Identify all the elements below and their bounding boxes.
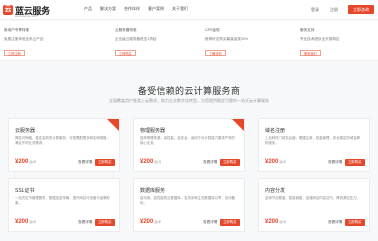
promo-title: CPS返现 (205, 28, 220, 32)
product-card-database[interactable]: 数据库服务 高可用、高性能的云数据库，支持多种主流数据库引擎，自动备份。 ¥20… (133, 178, 245, 232)
buy-button[interactable]: 立即购买 (95, 218, 115, 226)
card-price: ¥200起/年 (140, 219, 162, 225)
logo-subtext: www.lanyun.com (15, 14, 38, 18)
hot-badge-icon (107, 119, 119, 131)
details-link[interactable]: 查看详情 (328, 220, 342, 225)
top-header: 云 蓝云服务 www.lanyun.com 产品 解决方案 合作伙伴 客户案例 … (0, 0, 378, 20)
promo-title: 服务支持 (300, 28, 315, 32)
card-desc: 高可用、高性能的云数据库，支持多种主流数据库引擎，自动备份。 (140, 196, 235, 205)
promo-strip: 新用户专享特惠 免费注册体验全系云产品 立即注册 云服务器特惠 企业级云服务器低… (0, 21, 378, 61)
promo-desc: 免费注册体验全系云产品 (4, 37, 44, 41)
promo-item: 云服务器特惠 企业级云服务器低至1折起 立即购买 (115, 28, 185, 60)
register-link[interactable]: 注册 (330, 7, 338, 13)
product-card-domain[interactable]: 域名注册 上百种热门域名后缀，便捷注册，批量管理，安全稳定的域名解析服务。 ¥2… (258, 118, 370, 172)
logo-mark: 云 (3, 5, 13, 15)
card-desc: 全球节点覆盖，智能调度，加速网站内容访问，降低源站压力。 (265, 196, 360, 200)
promo-button[interactable]: 立即注册 (4, 50, 25, 56)
nav-item-cases[interactable]: 客户案例 (148, 6, 164, 12)
card-desc: 上百种热门域名后缀，便捷注册，批量管理，安全稳定的域名解析服务。 (265, 136, 360, 145)
buy-button[interactable]: 立即购买 (220, 158, 240, 166)
card-title: 域名注册 (265, 128, 286, 134)
card-price: ¥200起/年 (15, 159, 37, 165)
card-desc: 一站式证书管理服务，数据加密传输，提升网站可信度与品牌形象。 (15, 196, 110, 205)
promo-button[interactable]: 了解详情 (205, 50, 226, 56)
login-link[interactable]: 登录 (311, 7, 319, 13)
promo-item: 新用户专享特惠 免费注册体验全系云产品 立即注册 (4, 28, 74, 60)
nav-item-solutions[interactable]: 解决方案 (100, 6, 116, 12)
buy-button[interactable]: 立即购买 (95, 158, 115, 166)
card-title: 物理服务器 (140, 128, 166, 134)
promo-item: 服务支持 专业技术团队全天候响应 联系我们 (300, 28, 370, 60)
details-link[interactable]: 查看详情 (78, 220, 92, 225)
details-link[interactable]: 查看详情 (78, 160, 92, 165)
product-card-cdn[interactable]: 内容分发 全球节点覆盖，智能调度，加速网站内容访问，降低源站压力。 ¥200起/… (258, 178, 370, 232)
product-card-ssl[interactable]: SSL证书 一站式证书管理服务，数据加密传输，提升网站可信度与品牌形象。 ¥20… (8, 178, 120, 232)
card-desc: 弹性可伸缩，稳定高效的计算服务，可按需配置多种实例规格，满足不同业务需求。 (15, 136, 110, 145)
promo-item: CPS返现 推荐好友购买最高返现30% 了解详情 (205, 28, 275, 60)
details-link[interactable]: 查看详情 (203, 160, 217, 165)
promo-button[interactable]: 联系我们 (300, 50, 321, 56)
card-title: 内容分发 (265, 188, 286, 194)
details-link[interactable]: 查看详情 (328, 160, 342, 165)
promo-title: 云服务器特惠 (115, 28, 137, 32)
details-link[interactable]: 查看详情 (203, 220, 217, 225)
promo-desc: 企业级云服务器低至1折起 (115, 37, 157, 41)
card-title: SSL证书 (15, 188, 35, 194)
promo-desc: 专业技术团队全天候响应 (300, 37, 340, 41)
hot-badge-icon (232, 119, 244, 131)
promo-button[interactable]: 立即购买 (115, 50, 136, 56)
main-nav: 产品 解决方案 合作伙伴 客户案例 关于我们 (84, 6, 196, 12)
card-price: ¥200起/年 (15, 219, 37, 225)
product-card-cloud-server[interactable]: 云服务器 弹性可伸缩，稳定高效的计算服务，可按需配置多种实例规格，满足不同业务需… (8, 118, 120, 172)
section-title: 备受信赖的云计算服务商 (137, 86, 241, 96)
card-desc: 独享物理资源，高性能、高安全，适用于对计算能力要求严苛的核心业务。 (140, 136, 235, 145)
card-price: ¥200起/年 (265, 159, 287, 165)
section-subtitle: 全面覆盖用户各类上云需求，助力企业数字化转型，为您提供稳定可靠的一站式云计算服务 (109, 98, 269, 103)
card-title: 数据库服务 (140, 188, 166, 194)
nav-item-about[interactable]: 关于我们 (172, 6, 188, 12)
buy-button[interactable]: 立即购买 (345, 158, 365, 166)
product-card-physical-server[interactable]: 物理服务器 独享物理资源，高性能、高安全，适用于对计算能力要求严苛的核心业务。 … (133, 118, 245, 172)
nav-item-partners[interactable]: 合作伙伴 (124, 6, 140, 12)
logo[interactable]: 云 蓝云服务 www.lanyun.com (3, 5, 61, 18)
promo-desc: 推荐好友购买最高返现30% (205, 37, 249, 41)
buy-button[interactable]: 立即购买 (345, 218, 365, 226)
card-price: ¥200起/月 (140, 159, 162, 165)
promo-title: 新用户专享特惠 (4, 28, 30, 32)
card-price: ¥200起/年 (265, 219, 287, 225)
nav-item-products[interactable]: 产品 (84, 6, 92, 12)
card-title: 云服务器 (15, 128, 36, 134)
header-actions: 登录 注册 立即咨询 (300, 5, 374, 14)
buy-button[interactable]: 立即购买 (220, 218, 240, 226)
consult-button[interactable]: 立即咨询 (348, 5, 374, 14)
